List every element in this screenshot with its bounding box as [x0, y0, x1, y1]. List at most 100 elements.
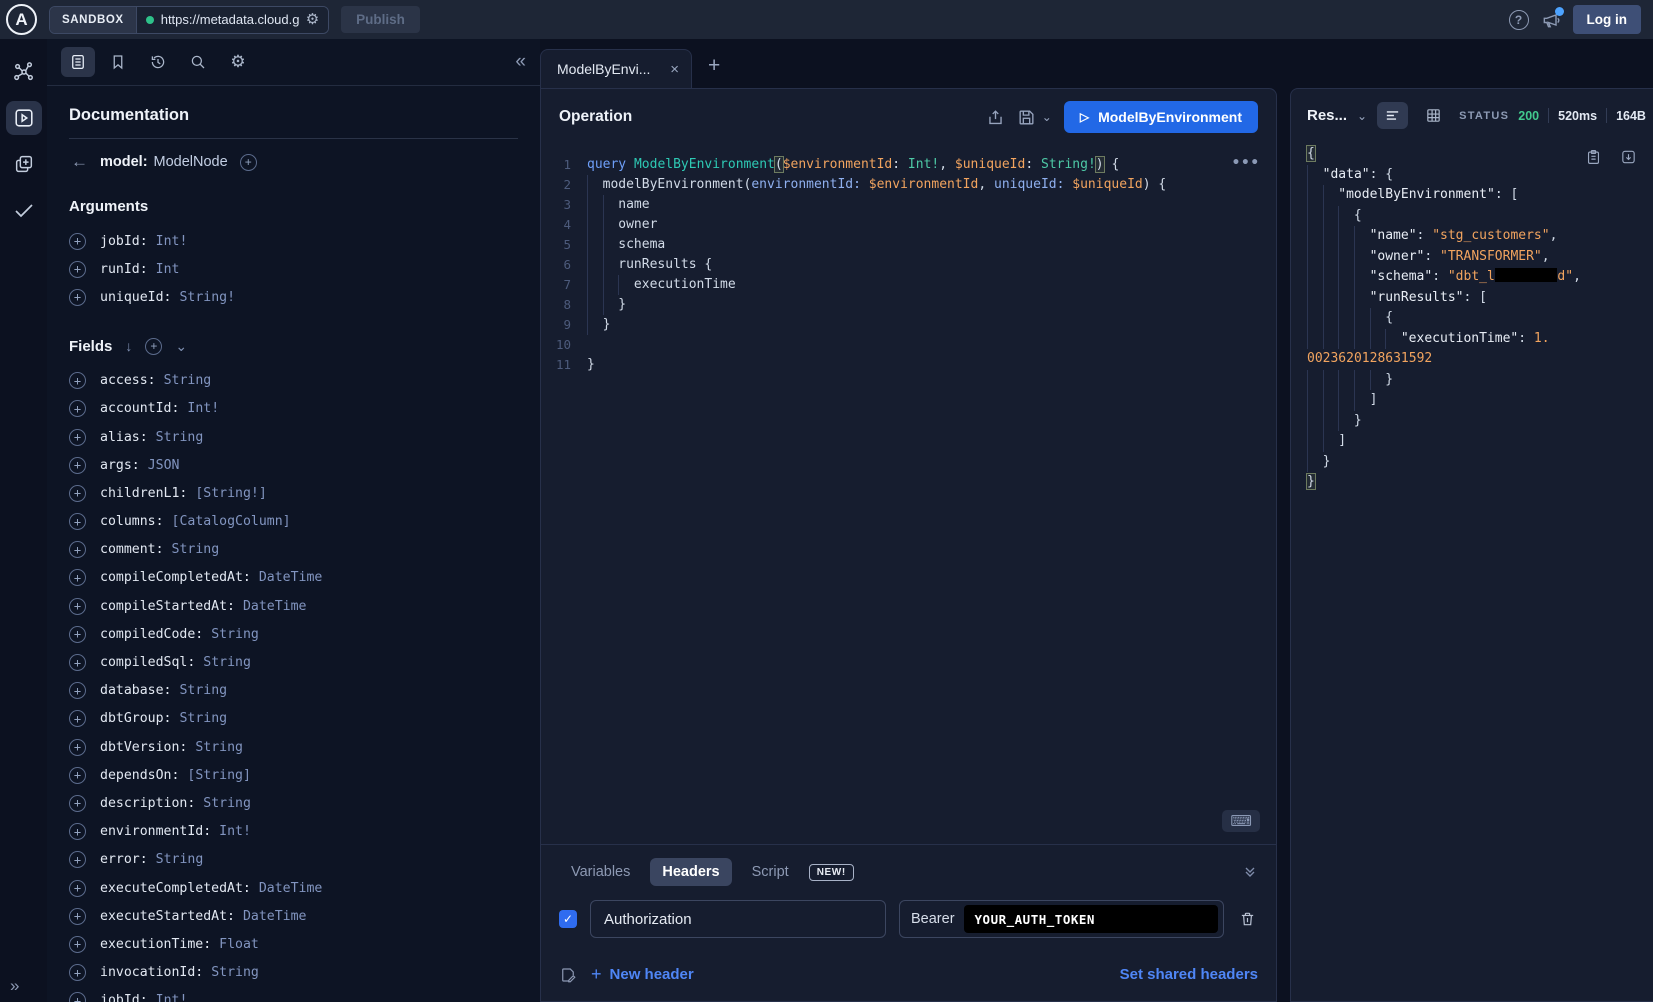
collapse-doc-panel-button[interactable]: «	[515, 51, 526, 73]
field-type[interactable]: String	[203, 796, 251, 811]
sort-fields-icon[interactable]: ↓	[125, 338, 132, 354]
endpoint-url-text[interactable]: https://metadata.cloud.getd	[161, 12, 299, 27]
field-row[interactable]: +compileCompletedAt:DateTime	[69, 564, 518, 592]
header-value-input[interactable]: Bearer YOUR_AUTH_TOKEN	[899, 900, 1224, 938]
add-to-query-button[interactable]: +	[69, 851, 86, 868]
documentation-tab-button[interactable]	[61, 47, 95, 77]
field-type[interactable]: String	[156, 430, 204, 445]
nav-explorer-button[interactable]	[6, 101, 42, 135]
nav-collections-button[interactable]	[6, 147, 42, 181]
format-table-button[interactable]	[1418, 102, 1449, 129]
field-row[interactable]: +access:String	[69, 367, 518, 395]
add-all-fields-button[interactable]: +	[145, 338, 162, 355]
field-type[interactable]: String	[156, 852, 204, 867]
argument-row[interactable]: +runId:Int	[69, 255, 518, 283]
back-arrow-icon[interactable]: ←	[71, 152, 88, 172]
login-button[interactable]: Log in	[1573, 5, 1642, 34]
collapse-request-section-button[interactable]	[1242, 864, 1258, 880]
code-line[interactable]: 3name	[541, 195, 1276, 215]
publish-button[interactable]: Publish	[341, 6, 420, 33]
field-row[interactable]: +comment:String	[69, 536, 518, 564]
add-to-query-button[interactable]: +	[69, 569, 86, 586]
code-line[interactable]: 6runResults {	[541, 255, 1276, 275]
add-to-query-button[interactable]: +	[69, 372, 86, 389]
add-to-query-button[interactable]: +	[69, 541, 86, 558]
tab-script[interactable]: Script	[740, 858, 801, 886]
add-to-query-button[interactable]: +	[69, 964, 86, 981]
field-type[interactable]: String	[172, 542, 220, 557]
add-to-query-button[interactable]: +	[69, 400, 86, 417]
field-type[interactable]: [CatalogColumn]	[172, 514, 291, 529]
field-type[interactable]: String	[195, 740, 243, 755]
field-type[interactable]: Int	[156, 262, 180, 277]
field-row[interactable]: +args:JSON	[69, 451, 518, 479]
add-to-query-button[interactable]: +	[69, 936, 86, 953]
history-tab-button[interactable]	[141, 47, 175, 77]
field-type[interactable]: String	[179, 683, 227, 698]
endpoint-settings-gear-icon[interactable]: ⚙	[306, 12, 319, 27]
close-tab-icon[interactable]: ×	[670, 61, 679, 78]
field-row[interactable]: +dbtGroup:String	[69, 705, 518, 733]
doc-model-type[interactable]: ModelNode	[154, 154, 228, 170]
expand-rail-button[interactable]: »	[10, 976, 19, 996]
field-row[interactable]: +dependsOn:[String]	[69, 761, 518, 789]
field-type[interactable]: DateTime	[243, 599, 307, 614]
field-row[interactable]: +compiledCode:String	[69, 620, 518, 648]
auth-token-value[interactable]: YOUR_AUTH_TOKEN	[964, 905, 1218, 933]
field-row[interactable]: +dbtVersion:String	[69, 733, 518, 761]
field-row[interactable]: +error:String	[69, 846, 518, 874]
new-header-button[interactable]: + New header	[591, 964, 694, 985]
graphql-editor[interactable]: 1query ModelByEnvironment($environmentId…	[541, 145, 1276, 844]
keyboard-shortcuts-button[interactable]: ⌨	[1222, 810, 1260, 832]
field-type[interactable]: DateTime	[243, 909, 307, 924]
field-row[interactable]: +executionTime:Float	[69, 930, 518, 958]
add-to-query-button[interactable]: +	[69, 739, 86, 756]
code-line[interactable]: 10	[541, 335, 1276, 355]
add-to-query-button[interactable]: +	[69, 429, 86, 446]
field-row[interactable]: +database:String	[69, 677, 518, 705]
field-type[interactable]: String!	[179, 290, 235, 305]
search-tab-button[interactable]	[181, 47, 215, 77]
add-model-button[interactable]: +	[240, 154, 257, 171]
add-to-query-button[interactable]: +	[69, 233, 86, 250]
new-tab-button[interactable]: +	[708, 54, 720, 78]
add-to-query-button[interactable]: +	[69, 261, 86, 278]
add-to-query-button[interactable]: +	[69, 795, 86, 812]
field-row[interactable]: +jobId:Int!	[69, 987, 518, 1002]
field-row[interactable]: +compileStartedAt:DateTime	[69, 592, 518, 620]
announcements-button[interactable]	[1541, 10, 1561, 30]
bookmarks-tab-button[interactable]	[101, 47, 135, 77]
field-row[interactable]: +invocationId:String	[69, 959, 518, 987]
field-type[interactable]: [String]	[187, 768, 251, 783]
field-type[interactable]: Float	[219, 937, 259, 952]
fields-options-chevron-icon[interactable]: ⌄	[175, 338, 187, 355]
field-type[interactable]: String	[211, 627, 259, 642]
add-to-query-button[interactable]: +	[69, 908, 86, 925]
add-to-query-button[interactable]: +	[69, 682, 86, 699]
help-icon[interactable]: ?	[1509, 10, 1529, 30]
endpoint-url-input[interactable]: https://metadata.cloud.getd ⚙	[137, 7, 328, 33]
save-options-chevron-icon[interactable]: ⌄	[1042, 110, 1052, 124]
delete-header-button[interactable]	[1237, 910, 1258, 928]
field-row[interactable]: +childrenL1:[String!]	[69, 479, 518, 507]
settings-tab-button[interactable]: ⚙	[221, 47, 255, 77]
add-to-query-button[interactable]: +	[69, 289, 86, 306]
add-to-query-button[interactable]: +	[69, 598, 86, 615]
save-operation-button[interactable]	[1017, 108, 1036, 127]
set-shared-headers-link[interactable]: Set shared headers	[1120, 966, 1258, 983]
copy-response-button[interactable]	[1585, 148, 1602, 166]
tab-variables[interactable]: Variables	[559, 858, 642, 886]
code-line[interactable]: 9}	[541, 315, 1276, 335]
add-to-query-button[interactable]: +	[69, 626, 86, 643]
field-type[interactable]: Int!	[219, 824, 251, 839]
add-to-query-button[interactable]: +	[69, 992, 86, 1002]
field-type[interactable]: String	[164, 373, 212, 388]
add-to-query-button[interactable]: +	[69, 485, 86, 502]
code-line[interactable]: 2modelByEnvironment(environmentId: $envi…	[541, 175, 1276, 195]
field-type[interactable]: [String!]	[195, 486, 266, 501]
field-row[interactable]: +description:String	[69, 789, 518, 817]
field-row[interactable]: +executeStartedAt:DateTime	[69, 902, 518, 930]
run-operation-button[interactable]: ▷ ModelByEnvironment	[1064, 101, 1258, 133]
tab-headers[interactable]: Headers	[650, 858, 731, 886]
argument-row[interactable]: +jobId:Int!	[69, 227, 518, 255]
